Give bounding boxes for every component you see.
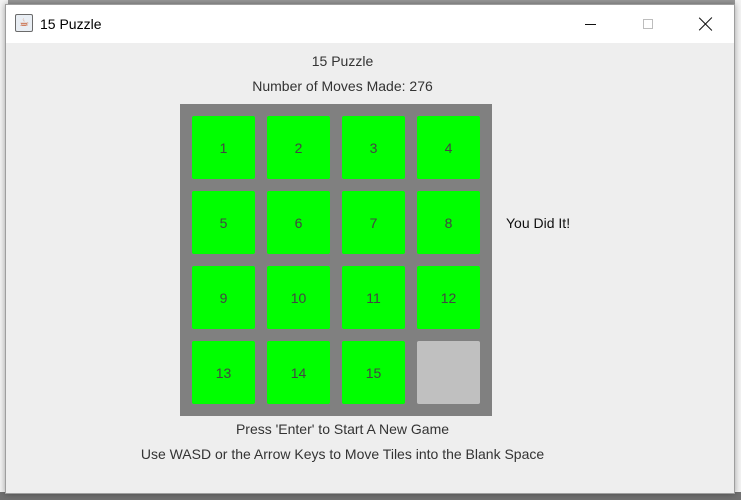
- tile[interactable]: 14: [267, 341, 330, 404]
- controls-hint: Use WASD or the Arrow Keys to Move Tiles…: [140, 446, 545, 462]
- tile[interactable]: 10: [267, 266, 330, 329]
- tile[interactable]: 5: [192, 191, 255, 254]
- moves-counter: Number of Moves Made: 276: [252, 78, 433, 94]
- close-icon: [699, 17, 713, 31]
- tile[interactable]: 15: [342, 341, 405, 404]
- maximize-button[interactable]: [625, 5, 671, 43]
- title-bar[interactable]: ☕ 15 Puzzle: [6, 5, 734, 43]
- minimize-button[interactable]: [567, 5, 613, 43]
- background-app-right: [735, 0, 741, 500]
- tile[interactable]: 6: [267, 191, 330, 254]
- tile[interactable]: 4: [417, 116, 480, 179]
- tile[interactable]: 11: [342, 266, 405, 329]
- tile[interactable]: 13: [192, 341, 255, 404]
- window-title: 15 Puzzle: [40, 16, 102, 32]
- puzzle-window: ☕ 15 Puzzle 15 Puzzle Number of Moves Ma…: [5, 4, 735, 494]
- win-message: You Did It!: [506, 215, 571, 231]
- puzzle-board[interactable]: 1 2 3 4 5 6 7 8 9 10 11 12 13 14 15: [180, 104, 492, 416]
- game-heading: 15 Puzzle: [311, 53, 374, 69]
- java-icon[interactable]: ☕: [15, 14, 33, 32]
- blank-tile[interactable]: [417, 341, 480, 404]
- tile[interactable]: 1: [192, 116, 255, 179]
- new-game-hint: Press 'Enter' to Start A New Game: [235, 421, 450, 437]
- tile[interactable]: 12: [417, 266, 480, 329]
- tile[interactable]: 3: [342, 116, 405, 179]
- tile[interactable]: 2: [267, 116, 330, 179]
- close-button[interactable]: [683, 5, 729, 43]
- minimize-icon: [584, 23, 596, 25]
- tile[interactable]: 9: [192, 266, 255, 329]
- tile[interactable]: 7: [342, 191, 405, 254]
- maximize-icon: [643, 19, 653, 29]
- tile[interactable]: 8: [417, 191, 480, 254]
